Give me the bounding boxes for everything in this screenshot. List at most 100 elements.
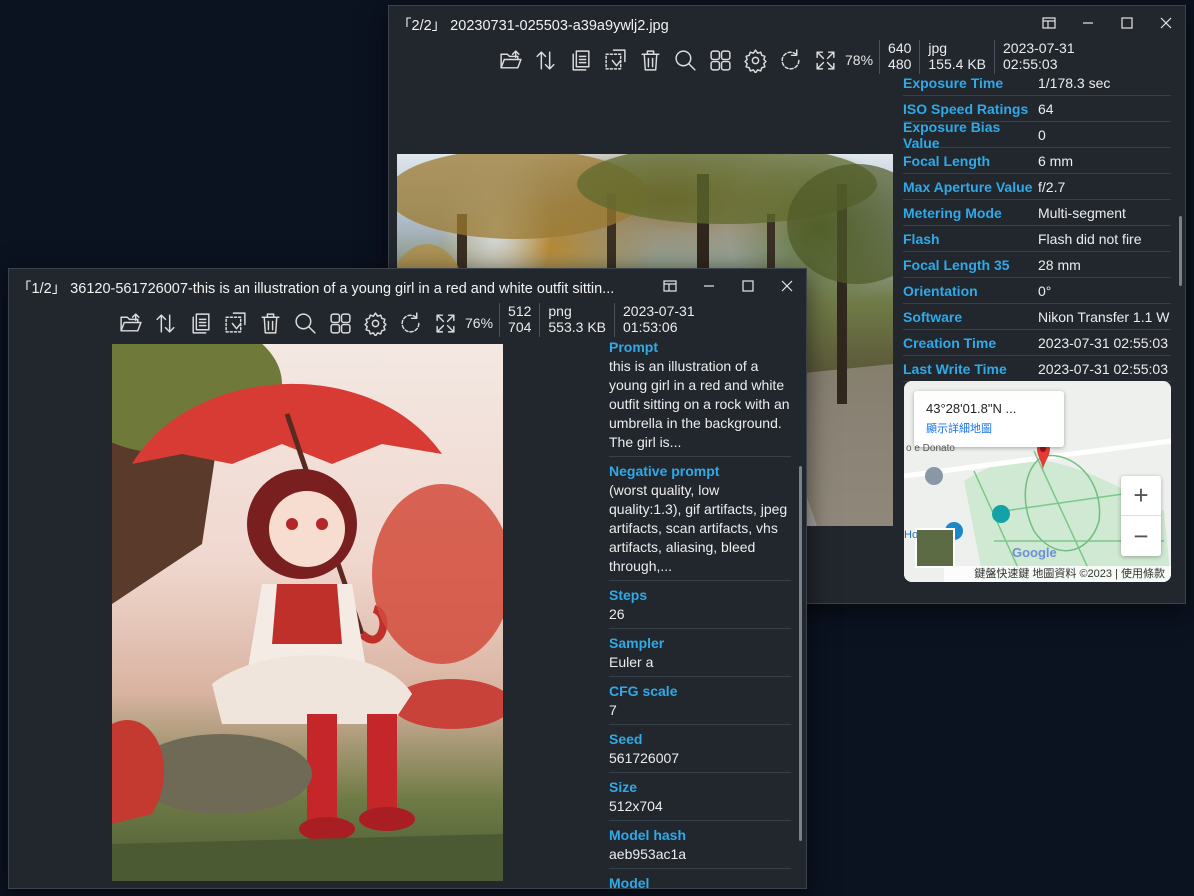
- param-block: Size 512x704: [609, 773, 791, 821]
- gallery-button[interactable]: [323, 307, 358, 339]
- param-key: Model hash: [609, 827, 687, 843]
- trash-icon: [261, 312, 280, 334]
- copy-icon: [192, 312, 210, 334]
- param-key: CFG scale: [609, 683, 678, 699]
- image-height: 704: [508, 319, 532, 335]
- param-block: ModelmanmaruMix_v20: [609, 869, 791, 889]
- title-bar[interactable]: 「1/2」 36120-561726007-this is an illustr…: [9, 269, 806, 303]
- param-value: (worst quality, low quality:1.3), gif ar…: [609, 482, 788, 574]
- gallery-button[interactable]: [703, 44, 738, 76]
- expand-icon: [436, 313, 455, 333]
- exif-key: Metering Mode: [903, 204, 1002, 221]
- exif-value: 2023-07-31 02:55:03: [1038, 334, 1168, 351]
- exif-key: Orientation: [903, 282, 978, 299]
- map-zoom-in-button[interactable]: +: [1121, 476, 1161, 516]
- minimize-button[interactable]: [1068, 6, 1107, 40]
- zoom-level[interactable]: 76%: [463, 315, 499, 331]
- delete-button[interactable]: [633, 44, 668, 76]
- move-file-icon: [605, 48, 626, 70]
- panel-icon: [662, 280, 677, 292]
- exif-value: 0°: [1038, 282, 1052, 299]
- map-coordinates: 43°28'01.8"N ...: [926, 401, 1017, 416]
- map-zoom-controls: + −: [1121, 476, 1161, 556]
- trash-icon: [641, 49, 660, 71]
- map-attribution[interactable]: 鍵盤快速鍵 地圖資料 ©2023 | 使用條款: [944, 566, 1171, 582]
- sort-button[interactable]: [148, 307, 183, 339]
- search-button[interactable]: [668, 44, 703, 76]
- sort-button[interactable]: [528, 44, 563, 76]
- illustration-drawing: [112, 344, 503, 881]
- folder-open-icon: [120, 312, 142, 332]
- close-icon: [781, 280, 792, 292]
- param-key: Negative prompt: [609, 463, 720, 479]
- param-key: Steps: [609, 587, 648, 603]
- rotate-button[interactable]: [393, 307, 428, 339]
- exif-panel: Exposure Time 1/178.3 sec ISO Speed Rating…: [903, 70, 1171, 382]
- file-format: png: [548, 303, 572, 319]
- copy-icon: [572, 49, 590, 71]
- dimensions: 512 704: [499, 303, 539, 337]
- file-date: 2023-07-31: [623, 303, 695, 319]
- metadata-scrollbar[interactable]: [1179, 216, 1182, 286]
- close-button[interactable]: [1146, 6, 1185, 40]
- image-viewer-window-1[interactable]: 「1/2」 36120-561726007-this is an illustr…: [8, 268, 807, 889]
- param-key: Sampler: [609, 635, 665, 651]
- params-scrollbar[interactable]: [799, 466, 802, 841]
- param-value: 7: [609, 702, 617, 718]
- file-size: 553.3 KB: [548, 319, 606, 335]
- param-block: Steps 26: [609, 581, 791, 629]
- param-value: 561726007: [609, 750, 680, 766]
- fit-screen-button[interactable]: [808, 44, 843, 76]
- open-folder-button[interactable]: [493, 44, 528, 76]
- gear-icon: [364, 311, 387, 336]
- param-value: aeb953ac1a: [609, 846, 687, 862]
- exif-value: Flash did not fire: [1038, 230, 1142, 247]
- format-size: png 553.3 KB: [539, 303, 614, 337]
- exif-key: Max Aperture Value: [903, 178, 1033, 195]
- exif-value: 28 mm: [1038, 256, 1081, 273]
- rotate-button[interactable]: [773, 44, 808, 76]
- exif-row: Orientation 0°: [903, 278, 1171, 304]
- grid-icon: [710, 49, 731, 71]
- close-button[interactable]: [767, 269, 806, 303]
- view-larger-map-link[interactable]: 顯示詳細地圖: [926, 420, 1052, 436]
- param-block: Sampler Euler a: [609, 629, 791, 677]
- param-value: 512x704: [609, 798, 663, 814]
- exif-value: 2023-07-31 02:55:03: [1038, 360, 1168, 377]
- param-key: Size: [609, 779, 638, 795]
- param-key: Seed: [609, 731, 643, 747]
- maximize-button[interactable]: [728, 269, 767, 303]
- map-zoom-out-button[interactable]: −: [1121, 516, 1161, 556]
- illustration-image[interactable]: [112, 344, 503, 881]
- move-file-icon: [225, 311, 246, 333]
- move-button[interactable]: [598, 44, 633, 76]
- settings-button[interactable]: [358, 307, 393, 339]
- copy-button[interactable]: [183, 307, 218, 339]
- format-size: jpg 155.4 KB: [919, 40, 994, 74]
- map-info-popup: 43°28'01.8"N ... 顯示詳細地圖: [914, 391, 1064, 447]
- panel-toggle-button[interactable]: [650, 269, 689, 303]
- search-button[interactable]: [288, 307, 323, 339]
- exif-key: Exposure Time: [903, 74, 1004, 91]
- rotate-icon: [781, 48, 800, 70]
- exif-value: 0: [1038, 126, 1046, 143]
- file-date: 2023-07-31: [1003, 40, 1075, 56]
- location-map[interactable]: 43°28'01.8"N ... 顯示詳細地圖 o e Donato Ho Go…: [904, 381, 1171, 582]
- param-key: Model: [609, 875, 650, 889]
- fit-screen-button[interactable]: [428, 307, 463, 339]
- title-bar[interactable]: 「2/2」 20230731-025503-a39a9ywlj2.jpg: [389, 6, 1185, 40]
- delete-button[interactable]: [253, 307, 288, 339]
- map-place-label: o e Donato: [906, 443, 955, 454]
- open-folder-button[interactable]: [113, 307, 148, 339]
- exif-key: Exposure Bias Value: [903, 118, 1001, 151]
- panel-toggle-button[interactable]: [1029, 6, 1068, 40]
- zoom-level[interactable]: 78%: [843, 52, 879, 68]
- copy-button[interactable]: [563, 44, 598, 76]
- maximize-button[interactable]: [1107, 6, 1146, 40]
- move-button[interactable]: [218, 307, 253, 339]
- settings-button[interactable]: [738, 44, 773, 76]
- grid-icon: [330, 312, 351, 334]
- file-datetime: 2023-07-31 02:55:03: [994, 40, 1083, 74]
- exif-row: Focal Length 35 28 mm: [903, 252, 1171, 278]
- minimize-button[interactable]: [689, 269, 728, 303]
